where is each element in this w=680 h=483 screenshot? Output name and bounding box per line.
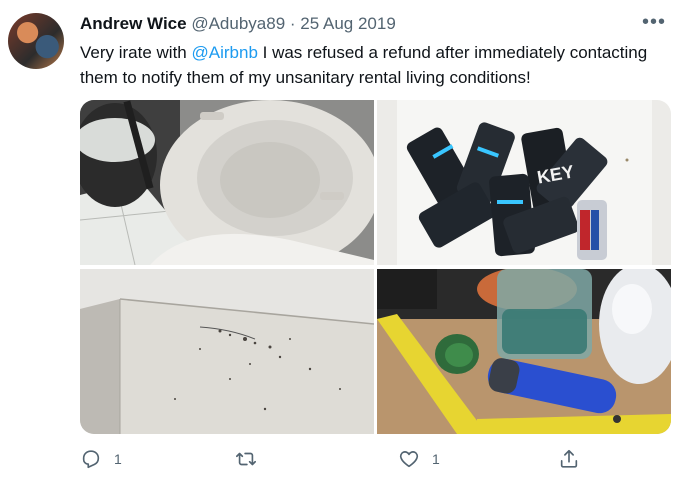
like-count: 1 [432, 451, 440, 467]
media-grid: KEY [80, 100, 671, 434]
mention-link[interactable]: @Airbnb [192, 43, 258, 62]
tweet-text-part: Very irate with [80, 43, 192, 62]
like-button[interactable]: 1 [398, 448, 440, 470]
photo-toilet[interactable] [80, 100, 374, 265]
separator-dot: · [289, 14, 296, 33]
author-handle[interactable]: @Adubya89 [191, 14, 285, 33]
tweet-text: Very irate with @Airbnb I was refused a … [80, 40, 665, 90]
retweet-icon [236, 452, 256, 466]
photo-dirty-floor[interactable] [80, 269, 374, 434]
reply-button[interactable]: 1 [80, 448, 122, 470]
tweet-date[interactable]: 25 Aug 2019 [300, 14, 395, 33]
more-options-icon[interactable]: ••• [642, 12, 666, 32]
action-bar: 1 1 [80, 448, 580, 472]
reply-icon [82, 450, 100, 469]
share-button[interactable] [558, 448, 580, 470]
reply-count: 1 [114, 451, 122, 467]
author-name[interactable]: Andrew Wice [80, 14, 187, 33]
tweet-card: Andrew Wice @Adubya89 · 25 Aug 2019 ••• … [0, 0, 680, 483]
retweet-button[interactable] [235, 448, 269, 470]
photo-drawer-lighter[interactable] [377, 269, 671, 434]
tweet-header: Andrew Wice @Adubya89 · 25 Aug 2019 [80, 14, 396, 34]
share-icon [560, 449, 578, 468]
heart-icon [399, 451, 419, 468]
photo-energy-cans[interactable]: KEY [377, 100, 671, 265]
avatar[interactable] [8, 13, 64, 69]
